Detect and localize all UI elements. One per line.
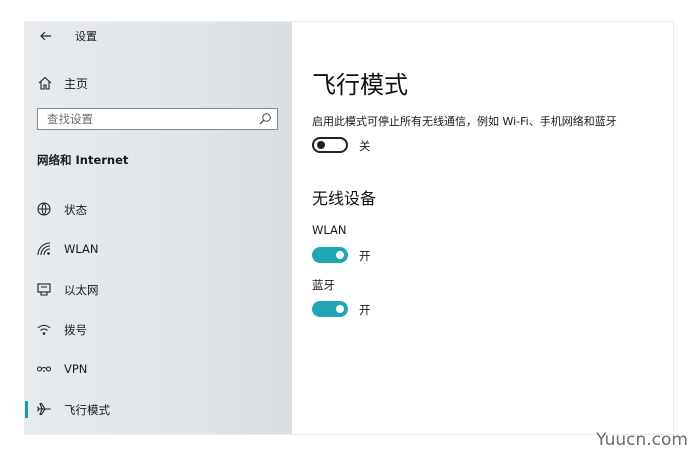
airplane-mode-toggle[interactable] xyxy=(312,137,348,153)
sidebar-item-vpn[interactable]: VPN xyxy=(25,354,292,384)
sidebar-item-ethernet[interactable]: 以太网 xyxy=(25,274,292,304)
sidebar-item-status[interactable]: 状态 xyxy=(25,194,292,224)
airplane-mode-description: 启用此模式可停止所有无线通信，例如 Wi-Fi、手机网络和蓝牙 xyxy=(312,115,617,128)
wifi-icon xyxy=(37,242,51,256)
sidebar-item-dialup[interactable]: 拨号 xyxy=(25,314,292,344)
sidebar-item-label: WLAN xyxy=(64,242,99,256)
bluetooth-label: 蓝牙 xyxy=(312,278,335,292)
back-button[interactable] xyxy=(35,27,57,45)
toggle-knob xyxy=(317,141,325,149)
sidebar-item-label: 以太网 xyxy=(64,283,99,297)
search-input[interactable] xyxy=(38,109,257,129)
bluetooth-toggle[interactable] xyxy=(312,301,348,317)
toggle-knob xyxy=(336,305,344,313)
ethernet-icon xyxy=(37,283,51,296)
home-label: 主页 xyxy=(64,77,89,91)
airplane-icon xyxy=(37,402,51,416)
sidebar-item-label: 拨号 xyxy=(64,323,87,337)
home-icon xyxy=(38,76,52,90)
dialup-icon xyxy=(37,324,51,335)
sidebar-item-wlan[interactable]: WLAN xyxy=(25,234,292,264)
sidebar-item-label: 飞行模式 xyxy=(64,403,110,417)
airplane-mode-state: 关 xyxy=(359,139,371,153)
search-box[interactable] xyxy=(37,108,278,130)
sidebar-item-label: 状态 xyxy=(64,203,87,217)
sidebar: 设置 主页 网络和 Internet 状态 xyxy=(25,22,292,434)
search-icon[interactable] xyxy=(258,112,272,126)
page-title: 飞行模式 xyxy=(312,71,408,99)
watermark: Yuucn.com xyxy=(596,430,688,450)
toggle-knob xyxy=(336,251,344,259)
globe-icon xyxy=(37,202,51,216)
wlan-toggle[interactable] xyxy=(312,247,348,263)
wlan-label: WLAN xyxy=(312,223,347,237)
bluetooth-state: 开 xyxy=(359,303,371,317)
sidebar-item-label: VPN xyxy=(64,362,88,376)
main-content: 飞行模式 启用此模式可停止所有无线通信，例如 Wi-Fi、手机网络和蓝牙 关 无… xyxy=(292,22,673,434)
back-arrow-icon xyxy=(40,31,51,41)
sidebar-item-home[interactable]: 主页 xyxy=(25,70,292,96)
settings-window: 设置 主页 网络和 Internet 状态 xyxy=(25,22,673,434)
app-title: 设置 xyxy=(75,30,97,43)
section-heading: 网络和 Internet xyxy=(37,153,129,167)
wireless-devices-heading: 无线设备 xyxy=(312,189,377,208)
sidebar-item-airplane-mode[interactable]: 飞行模式 xyxy=(25,394,292,424)
vpn-icon xyxy=(36,366,52,372)
wlan-state: 开 xyxy=(359,249,371,263)
